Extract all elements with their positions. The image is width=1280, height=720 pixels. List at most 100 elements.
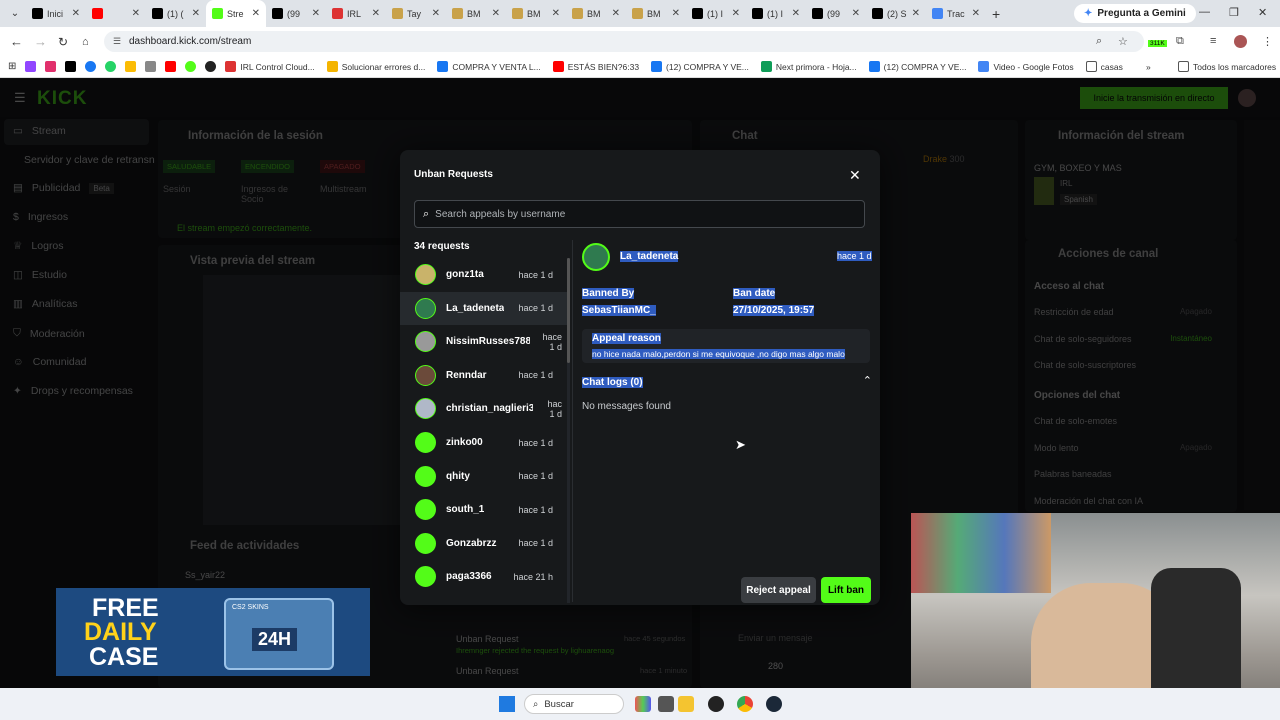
search-input[interactable]: ⌕ Search appeals by username [414,200,865,228]
task-view-icon[interactable] [658,696,674,712]
gemini-button[interactable]: ✦ Pregunta a Gemini [1074,4,1196,23]
tab-close-icon[interactable]: ✕ [492,8,500,19]
tab-close-icon[interactable]: ✕ [132,8,140,19]
bookmark-star-icon[interactable]: ☆ [1118,35,1128,48]
app-icon[interactable] [708,696,724,712]
tab-close-icon[interactable]: ✕ [432,8,440,19]
all-bookmarks[interactable]: Todos los marcadores [1178,61,1276,72]
browser-tab[interactable]: (99 ✕ [266,0,326,27]
bookmark-item[interactable]: IRL Control Cloud... [225,61,315,72]
bookmark-label: Video - Google Fotos [993,61,1074,72]
window-close-button[interactable]: ✕ [1258,6,1267,19]
widgets-icon[interactable] [635,696,651,712]
browser-tab[interactable]: IRL ✕ [326,0,386,27]
reload-icon[interactable]: ↻ [58,35,68,49]
tab-close-icon[interactable]: ✕ [372,8,380,19]
browser-tab[interactable]: Stre ✕ [206,0,266,27]
request-list-item[interactable]: NissimRusses788 hace 1 d [400,325,568,358]
bookmark-item[interactable]: COMPRA Y VENTA L... [437,61,541,72]
bookmark-item[interactable]: Video - Google Fotos [978,61,1074,72]
browser-tab[interactable]: (1) (✕ [146,0,206,27]
forward-icon[interactable]: → [34,34,47,49]
kick-icon[interactable] [185,61,197,72]
photo-icon[interactable] [145,61,157,72]
request-list-item[interactable]: christian_naglieri369 hac 1 d [400,392,568,425]
extension-badge[interactable]: 311K [1148,40,1167,47]
browser-tab[interactable]: (1) I ✕ [686,0,746,27]
tab-close-icon[interactable]: ✕ [732,8,740,19]
tab-close-icon[interactable]: ✕ [792,8,800,19]
windows-start-icon[interactable] [499,696,515,712]
browser-tab[interactable]: BM ✕ [626,0,686,27]
request-list-item[interactable]: Renndar hace 1 d [400,359,568,392]
steam-icon[interactable] [766,696,782,712]
tab-close-icon[interactable]: ✕ [912,8,920,19]
google-icon[interactable] [125,61,137,72]
github-icon[interactable] [205,61,217,72]
browser-tab[interactable]: (99 ✕ [806,0,866,27]
facebook-icon[interactable] [85,61,97,72]
menu-icon[interactable]: ⋮ [1262,35,1273,48]
extensions-icon[interactable]: ⧉ [1176,35,1184,48]
x-icon[interactable] [65,61,77,72]
bookmark-item[interactable]: (12) COMPRA Y VE... [651,61,749,72]
restore-button[interactable]: ❐ [1229,6,1239,19]
media-icon[interactable]: ≡ [1210,35,1216,47]
bookmark-item[interactable]: Next primora - Hoja... [760,61,857,72]
zoom-icon[interactable]: ⌕ [1096,35,1102,48]
close-icon[interactable]: ✕ [849,167,861,184]
request-list-scrollbar[interactable] [567,258,570,603]
browser-tab[interactable]: ✕ [86,0,146,27]
youtube-icon[interactable] [165,61,177,72]
profile-avatar[interactable] [1234,35,1247,48]
tab-close-icon[interactable]: ✕ [72,8,80,19]
lift-ban-button[interactable]: Lift ban [821,577,871,603]
home-icon[interactable]: ⌂ [82,36,89,48]
browser-tab[interactable]: Inici ✕ [26,0,86,27]
request-list-item[interactable]: zinko00 hace 1 d [400,426,568,459]
more-bookmarks-icon[interactable]: » [1146,62,1151,72]
tab-close-icon[interactable]: ✕ [312,8,320,19]
tab-close-icon[interactable]: ✕ [252,8,260,19]
tab-close-icon[interactable]: ✕ [552,8,560,19]
address-bar[interactable]: ☰ dashboard.kick.com/stream [104,31,1144,52]
bookmark-item[interactable]: ESTÁS BIEN?6:33 [552,61,639,72]
request-username: La_tadeneta [446,302,505,314]
browser-tab[interactable]: BM ✕ [566,0,626,27]
request-list-item[interactable]: paga3366 hace 21 h [400,560,568,593]
tab-list-chevron-icon[interactable]: ⌄ [4,8,26,19]
minimize-button[interactable]: — [1199,6,1210,18]
chrome-icon[interactable] [737,696,753,712]
site-info-icon[interactable]: ☰ [113,31,121,52]
browser-tab[interactable]: Tay ✕ [386,0,446,27]
request-list-item[interactable]: qhity hace 1 d [400,460,568,493]
browser-tab[interactable]: (1) I ✕ [746,0,806,27]
request-list-item[interactable]: Gonzabrzz hace 1 d [400,527,568,560]
tab-label: BM [587,8,601,19]
browser-tab[interactable]: (2) S ✕ [866,0,926,27]
file-explorer-icon[interactable] [678,696,694,712]
reject-appeal-button[interactable]: Reject appeal [741,577,816,603]
tab-close-icon[interactable]: ✕ [612,8,620,19]
browser-tab[interactable]: BM ✕ [446,0,506,27]
tab-close-icon[interactable]: ✕ [672,8,680,19]
chat-logs-toggle[interactable]: Chat logs (0) ⌃ [582,375,872,390]
apps-icon[interactable]: ⊞ [8,61,16,72]
browser-tab[interactable]: Trac ✕ [926,0,986,27]
tab-close-icon[interactable]: ✕ [192,8,200,19]
bookmark-item[interactable]: Solucionar errores d... [326,61,425,72]
twitch-icon[interactable] [25,61,37,72]
tab-close-icon[interactable]: ✕ [852,8,860,19]
browser-tab[interactable]: BM ✕ [506,0,566,27]
instagram-icon[interactable] [45,61,57,72]
request-list-item[interactable]: south_1 hace 1 d [400,493,568,526]
request-list-item[interactable]: La_tadeneta hace 1 d [400,291,568,325]
whatsapp-icon[interactable] [105,61,117,72]
tab-close-icon[interactable]: ✕ [972,8,980,19]
taskbar-search[interactable]: ⌕ Buscar [524,694,624,714]
request-list-item[interactable]: gonz1ta hace 1 d [400,258,568,291]
bookmark-item[interactable]: casas [1085,61,1123,72]
back-icon[interactable]: ← [10,34,23,49]
bookmark-item[interactable]: (12) COMPRA Y VE... [868,61,966,72]
new-tab-button[interactable]: + [992,6,1000,22]
